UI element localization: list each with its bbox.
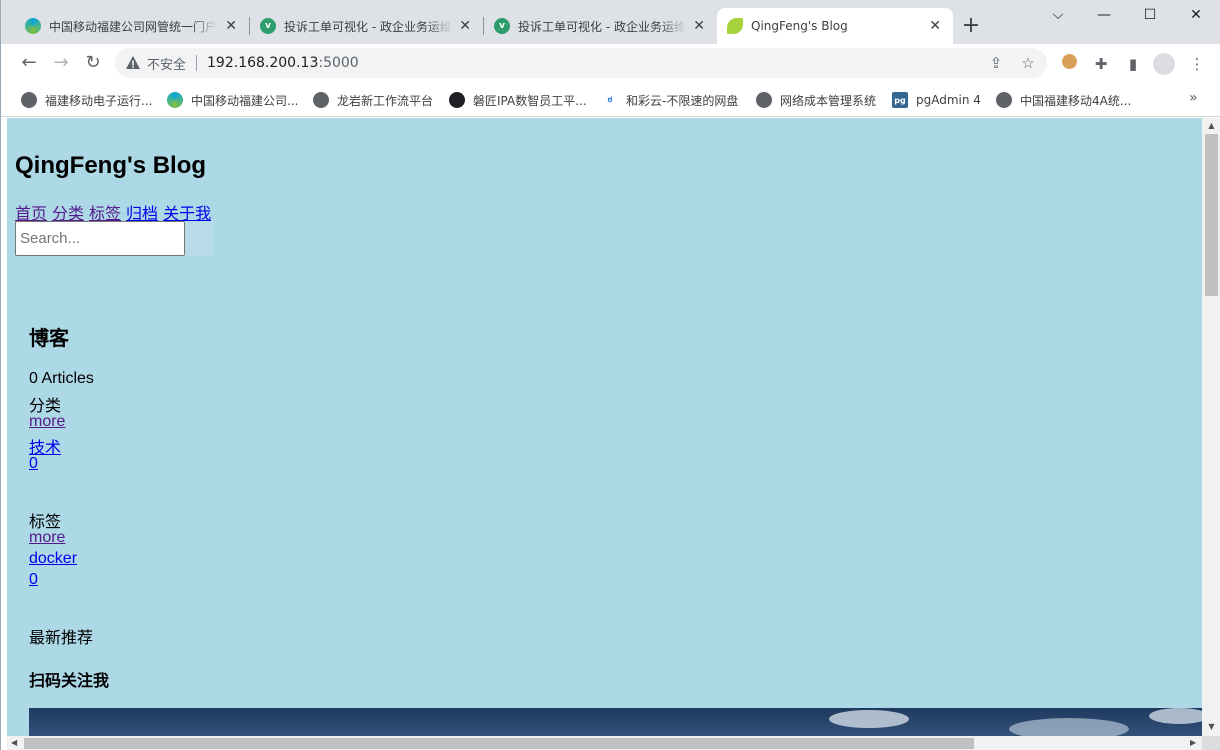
articles-count: 0 Articles bbox=[29, 370, 94, 388]
tab-title: 投诉工单可视化 - 政企业务运维 bbox=[284, 19, 452, 34]
bookmark-item[interactable]: ಠ 和彩云-不限速的网盘 bbox=[602, 90, 738, 110]
tab-3[interactable]: v 投诉工单可视化 - 政企业务运维 ✕ bbox=[484, 8, 717, 44]
horizontal-scroll-thumb[interactable] bbox=[24, 738, 974, 749]
tab-title: 中国移动福建公司网管统一门户 bbox=[49, 19, 217, 34]
omnibox-divider bbox=[196, 55, 198, 71]
bookmark-item[interactable]: 福建移动电子运行... bbox=[21, 90, 152, 110]
bookmark-item[interactable]: 网络成本管理系统 bbox=[756, 90, 876, 110]
globe-icon bbox=[21, 92, 37, 108]
cloud-shape bbox=[1149, 708, 1202, 724]
maximize-button[interactable]: ☐ bbox=[1127, 4, 1173, 26]
page-viewport: QingFeng's Blog 首页 分类 标签 归档 关于我 Search... 博客… bbox=[7, 118, 1202, 736]
extensions-puzzle-icon[interactable]: ✚ bbox=[1091, 54, 1111, 74]
cloud-shape bbox=[1009, 718, 1129, 736]
tab-strip: 中国移动福建公司网管统一门户 ✕ v 投诉工单可视化 - 政企业务运维 ✕ v … bbox=[1, 0, 1220, 44]
bookmark-item[interactable]: pg pgAdmin 4 bbox=[892, 90, 981, 110]
recommend-label: 最新推荐 bbox=[29, 630, 94, 647]
bookmark-label: pgAdmin 4 bbox=[916, 93, 981, 107]
tab-title: QingFeng's Blog bbox=[751, 19, 848, 33]
pg-icon: pg bbox=[892, 92, 908, 108]
bookmark-label: 中国福建移动4A统... bbox=[1020, 93, 1132, 108]
warning-icon[interactable] bbox=[125, 55, 141, 71]
articles-count-value: 0 bbox=[29, 370, 38, 387]
globe-icon bbox=[313, 92, 329, 108]
bookmark-label: 和彩云-不限速的网盘 bbox=[626, 93, 739, 108]
articles-count-label: Articles bbox=[41, 370, 94, 387]
bookmark-item[interactable]: 龙岩新工作流平台 bbox=[313, 90, 433, 110]
tab-2[interactable]: v 投诉工单可视化 - 政企业务运维 ✕ bbox=[250, 8, 483, 44]
close-icon[interactable]: ✕ bbox=[225, 18, 237, 34]
side-panel-icon[interactable]: ▮ bbox=[1123, 54, 1143, 74]
tab-search-dropdown-icon[interactable]: ⌵ bbox=[1035, 4, 1081, 26]
vue-icon: v bbox=[494, 18, 510, 34]
tab-title: 投诉工单可视化 - 政企业务运维 bbox=[518, 19, 686, 34]
globe-icon bbox=[756, 92, 772, 108]
url-host: 192.168.200.13 bbox=[207, 55, 319, 71]
security-label[interactable]: 不安全 bbox=[147, 54, 186, 73]
vertical-scrollbar[interactable]: ▲ ▼ bbox=[1202, 118, 1220, 736]
cookie-extension-icon[interactable] bbox=[1059, 54, 1079, 74]
bookmark-label: 福建移动电子运行... bbox=[45, 93, 153, 108]
qr-follow-label: 扫码关注我 bbox=[29, 673, 110, 690]
tags-more-link[interactable]: more bbox=[29, 529, 65, 546]
scroll-right-arrow-icon[interactable]: ▶ bbox=[1190, 738, 1196, 747]
browser-toolbar: ← → ↻ 不安全 192.168.200.13:5000 ⇪ ☆ ✚ ▮ ⋮ bbox=[1, 44, 1220, 82]
site-title: QingFeng's Blog bbox=[15, 152, 207, 179]
category-count-link[interactable]: 0 bbox=[29, 455, 38, 472]
minimize-button[interactable]: — bbox=[1081, 4, 1127, 26]
scroll-up-arrow-icon[interactable]: ▲ bbox=[1207, 121, 1216, 130]
url-port: :5000 bbox=[318, 55, 359, 71]
scroll-left-arrow-icon[interactable]: ◀ bbox=[11, 738, 17, 747]
bookmark-item[interactable]: 中国移动福建公司... bbox=[167, 90, 298, 110]
bookmark-label: 龙岩新工作流平台 bbox=[337, 93, 434, 108]
search-input[interactable]: Search... bbox=[15, 221, 185, 256]
tab-4-active[interactable]: QingFeng's Blog ✕ bbox=[717, 8, 953, 44]
china-mobile-icon bbox=[167, 92, 183, 108]
bookmarks-overflow-icon[interactable]: » bbox=[1189, 90, 1198, 106]
tab-1[interactable]: 中国移动福建公司网管统一门户 ✕ bbox=[15, 8, 249, 44]
bookmark-item[interactable]: 磐匠IPA数智员工平... bbox=[449, 90, 587, 110]
categories-more-link[interactable]: more bbox=[29, 413, 65, 430]
share-icon[interactable]: ⇪ bbox=[987, 54, 1005, 72]
close-icon[interactable]: ✕ bbox=[929, 18, 941, 34]
search-button[interactable] bbox=[185, 221, 213, 256]
china-mobile-icon bbox=[25, 18, 41, 34]
more-menu-icon[interactable]: ⋮ bbox=[1187, 54, 1207, 74]
forward-button[interactable]: → bbox=[49, 51, 73, 75]
address-bar[interactable]: 不安全 192.168.200.13:5000 ⇪ ☆ bbox=[115, 48, 1047, 78]
ipa-icon bbox=[449, 92, 465, 108]
new-tab-button[interactable]: + bbox=[959, 14, 983, 38]
tag-count-link[interactable]: 0 bbox=[29, 571, 38, 588]
cloud-shape bbox=[829, 710, 909, 728]
bookmark-item[interactable]: 中国福建移动4A统... bbox=[996, 90, 1131, 110]
close-icon[interactable]: ✕ bbox=[693, 18, 705, 34]
bookmark-label: 网络成本管理系统 bbox=[780, 93, 877, 108]
reload-button[interactable]: ↻ bbox=[81, 51, 105, 75]
bookmarks-bar: 福建移动电子运行... 中国移动福建公司... 龙岩新工作流平台 磐匠IPA数智… bbox=[1, 82, 1220, 117]
back-button[interactable]: ← bbox=[17, 51, 41, 75]
bookmark-star-icon[interactable]: ☆ bbox=[1019, 54, 1037, 72]
horizontal-scrollbar[interactable]: ◀ ▶ bbox=[7, 736, 1202, 750]
blog-heading: 博客 bbox=[29, 328, 69, 350]
bookmark-label: 中国移动福建公司... bbox=[191, 93, 299, 108]
vertical-scroll-thumb[interactable] bbox=[1205, 134, 1218, 296]
vue-icon: v bbox=[260, 18, 276, 34]
url-text[interactable]: 192.168.200.13:5000 bbox=[207, 55, 359, 71]
leaf-icon bbox=[727, 18, 743, 34]
profile-avatar-icon[interactable] bbox=[1153, 53, 1175, 75]
window-close-button[interactable]: ✕ bbox=[1173, 4, 1219, 26]
sky-image bbox=[29, 708, 1202, 736]
scrollbar-corner bbox=[1202, 736, 1220, 750]
bookmark-label: 磐匠IPA数智员工平... bbox=[473, 93, 587, 108]
cloud-icon: ಠ bbox=[602, 92, 618, 108]
close-icon[interactable]: ✕ bbox=[459, 18, 471, 34]
sidebar-heading: 博客 bbox=[29, 322, 69, 351]
globe-icon bbox=[996, 92, 1012, 108]
tag-link-docker[interactable]: docker bbox=[29, 550, 77, 567]
scroll-down-arrow-icon[interactable]: ▼ bbox=[1207, 722, 1216, 731]
browser-window: 中国移动福建公司网管统一门户 ✕ v 投诉工单可视化 - 政企业务运维 ✕ v … bbox=[0, 0, 1220, 750]
